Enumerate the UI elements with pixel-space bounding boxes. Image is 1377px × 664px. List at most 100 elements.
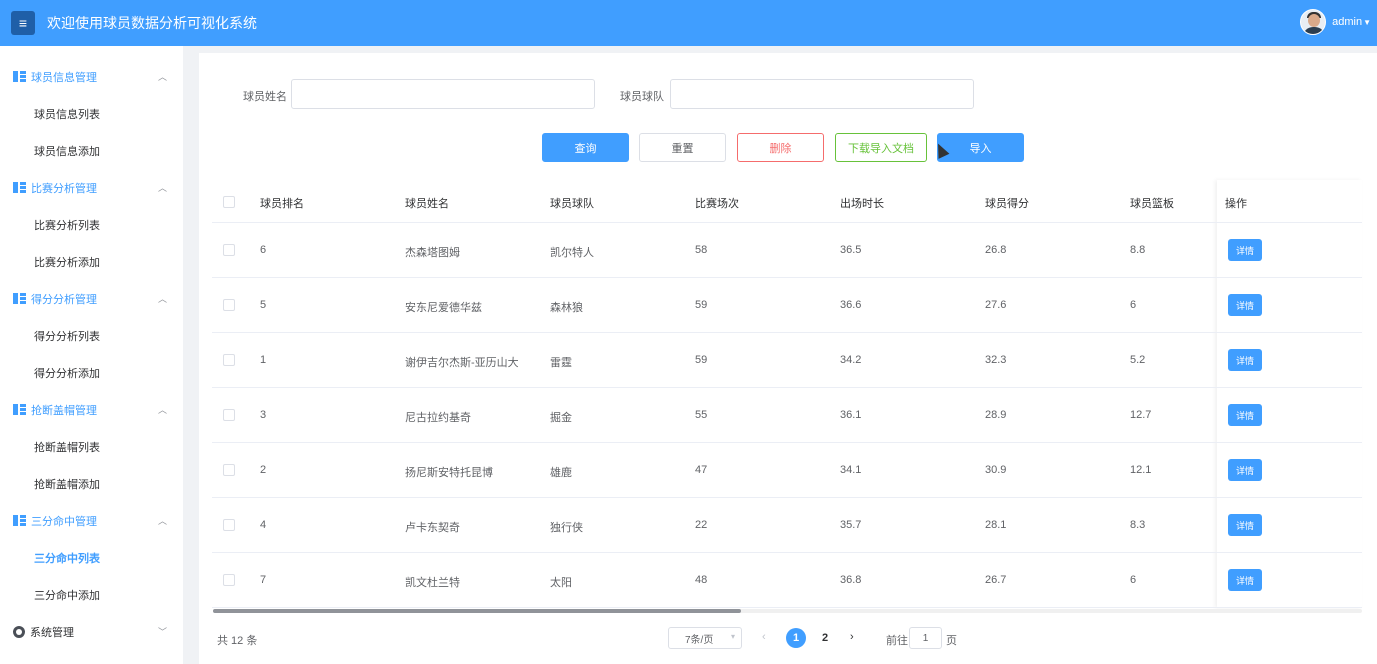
cell-minutes: 35.7 xyxy=(840,519,862,531)
detail-button[interactable]: 详情 xyxy=(1228,514,1262,536)
table-row: 1 谢伊吉尔杰斯-亚历山大 雷霆 59 34.2 32.3 5.2 详情 xyxy=(212,333,1362,388)
sidebar-item-steal-block-list[interactable]: 抢断盖帽列表 xyxy=(0,428,183,465)
sidebar-group-score-analysis[interactable]: 得分分析管理 ︿ xyxy=(0,280,183,317)
cell-rebounds: 8.8 xyxy=(1130,244,1146,256)
sidebar-item-score-analysis-add[interactable]: 得分分析添加 xyxy=(0,354,183,391)
cell-team: 凯尔特人 xyxy=(550,247,594,259)
sidebar: 球员信息管理 ︿ 球员信息列表 球员信息添加 比赛分析管理 ︿ 比赛分析列表 比… xyxy=(0,46,183,664)
table-header: 球员排名 球员姓名 球员球队 比赛场次 出场时长 球员得分 球员篮板 操作 xyxy=(212,180,1362,223)
cell-minutes: 34.2 xyxy=(840,354,862,366)
row-checkbox[interactable] xyxy=(223,244,235,256)
search-form: 球员姓名 球员球队 xyxy=(199,79,1377,109)
name-label: 球员姓名 xyxy=(243,91,287,103)
avatar[interactable] xyxy=(1300,9,1327,35)
select-all-checkbox[interactable] xyxy=(223,196,235,208)
name-input[interactable] xyxy=(291,79,595,109)
sidebar-group-three-point[interactable]: 三分命中管理 ︿ xyxy=(0,502,183,539)
page-2[interactable]: 2 xyxy=(815,628,835,648)
sidebar-item-game-analysis-add[interactable]: 比赛分析添加 xyxy=(0,243,183,280)
sidebar-group-label: 得分分析管理 xyxy=(31,293,97,306)
cell-minutes: 34.1 xyxy=(840,464,862,476)
team-label: 球员球队 xyxy=(620,91,664,103)
download-template-button[interactable]: 下载导入文档 xyxy=(835,133,927,162)
detail-button[interactable]: 详情 xyxy=(1228,459,1262,481)
delete-button[interactable]: 删除 xyxy=(737,133,824,162)
cell-rank: 5 xyxy=(260,299,267,311)
chevron-up-icon: ︿ xyxy=(157,516,167,526)
cell-team: 太阳 xyxy=(550,577,572,589)
next-page-icon[interactable]: › xyxy=(850,631,854,643)
row-checkbox[interactable] xyxy=(223,299,235,311)
username[interactable]: admin xyxy=(1332,16,1362,28)
cell-team: 雷霆 xyxy=(550,357,572,369)
row-checkbox[interactable] xyxy=(223,409,235,421)
grid-icon xyxy=(13,182,26,193)
gear-icon xyxy=(13,625,25,638)
sidebar-item-player-info-list[interactable]: 球员信息列表 xyxy=(0,95,183,132)
detail-button[interactable]: 详情 xyxy=(1228,569,1262,591)
sidebar-item-player-info-add[interactable]: 球员信息添加 xyxy=(0,132,183,169)
page-size-select[interactable]: 7条/页 ▾ xyxy=(668,627,742,649)
sidebar-item-three-point-list[interactable]: 三分命中列表 xyxy=(0,539,183,576)
column-header: 球员排名 xyxy=(260,198,304,210)
table-row: 4 卢卡东契奇 独行侠 22 35.7 28.1 8.3 详情 xyxy=(212,498,1362,553)
query-button[interactable]: 查询 xyxy=(542,133,629,162)
column-header: 球员球队 xyxy=(550,198,594,210)
cell-rank: 7 xyxy=(260,574,267,586)
sidebar-item-score-analysis-list[interactable]: 得分分析列表 xyxy=(0,317,183,354)
page-1[interactable]: 1 xyxy=(786,628,806,648)
sidebar-item-three-point-add[interactable]: 三分命中添加 xyxy=(0,576,183,613)
sidebar-item-game-analysis-list[interactable]: 比赛分析列表 xyxy=(0,206,183,243)
reset-button[interactable]: 重置 xyxy=(639,133,726,162)
cell-points: 26.8 xyxy=(985,244,1007,256)
row-checkbox[interactable] xyxy=(223,354,235,366)
table-row: 6 杰森塔图姆 凯尔特人 58 36.5 26.8 8.8 详情 xyxy=(212,223,1362,278)
row-checkbox[interactable] xyxy=(223,574,235,586)
row-checkbox[interactable] xyxy=(223,519,235,531)
cell-games: 58 xyxy=(695,244,708,256)
cell-points: 28.9 xyxy=(985,409,1007,421)
cell-team: 雄鹿 xyxy=(550,467,572,479)
cell-games: 47 xyxy=(695,464,708,476)
menu-icon[interactable]: ≡ xyxy=(11,11,35,35)
pagination: 共 12 条 7条/页 ▾ ‹ 1 2 › 前往 页 xyxy=(199,627,1377,651)
cell-rebounds: 12.7 xyxy=(1130,409,1152,421)
table-row: 5 安东尼爱德华兹 森林狼 59 36.6 27.6 6 详情 xyxy=(212,278,1362,333)
grid-icon xyxy=(13,515,26,526)
detail-button[interactable]: 详情 xyxy=(1228,404,1262,426)
chevron-down-icon[interactable]: ▼ xyxy=(1363,18,1371,27)
sidebar-group-game-analysis[interactable]: 比赛分析管理 ︿ xyxy=(0,169,183,206)
cell-name: 安东尼爱德华兹 xyxy=(405,302,482,314)
prev-page-icon[interactable]: ‹ xyxy=(762,631,766,643)
row-checkbox[interactable] xyxy=(223,464,235,476)
chevron-down-icon: ﹀ xyxy=(157,627,167,637)
detail-button[interactable]: 详情 xyxy=(1228,239,1262,261)
team-input[interactable] xyxy=(670,79,974,109)
user-menu[interactable]: admin ▼ xyxy=(1300,9,1371,35)
sidebar-group-player-info[interactable]: 球员信息管理 ︿ xyxy=(0,58,183,95)
cell-name: 谢伊吉尔杰斯-亚历山大 xyxy=(405,357,519,369)
sidebar-item-steal-block-add[interactable]: 抢断盖帽添加 xyxy=(0,465,183,502)
import-button[interactable]: 导入 xyxy=(937,133,1024,162)
detail-button[interactable]: 详情 xyxy=(1228,294,1262,316)
grid-icon xyxy=(13,293,26,304)
cell-points: 30.9 xyxy=(985,464,1007,476)
horizontal-scrollbar[interactable] xyxy=(213,609,1362,613)
cell-points: 26.7 xyxy=(985,574,1007,586)
sidebar-group-steal-block[interactable]: 抢断盖帽管理 ︿ xyxy=(0,391,183,428)
total-count: 共 12 条 xyxy=(217,635,258,647)
cell-rank: 2 xyxy=(260,464,267,476)
goto-page-input[interactable] xyxy=(909,627,942,649)
cell-rebounds: 6 xyxy=(1130,299,1137,311)
sidebar-group-system[interactable]: 系统管理 ﹀ xyxy=(0,613,183,650)
column-header: 操作 xyxy=(1225,198,1247,210)
detail-button[interactable]: 详情 xyxy=(1228,349,1262,371)
cell-name: 尼古拉约基奇 xyxy=(405,412,471,424)
sidebar-group-label: 抢断盖帽管理 xyxy=(31,404,97,417)
scrollbar-thumb[interactable] xyxy=(213,609,741,613)
chevron-down-icon: ▾ xyxy=(730,632,735,641)
cell-minutes: 36.6 xyxy=(840,299,862,311)
column-header: 球员得分 xyxy=(985,198,1029,210)
cell-games: 55 xyxy=(695,409,708,421)
cell-rank: 3 xyxy=(260,409,267,421)
